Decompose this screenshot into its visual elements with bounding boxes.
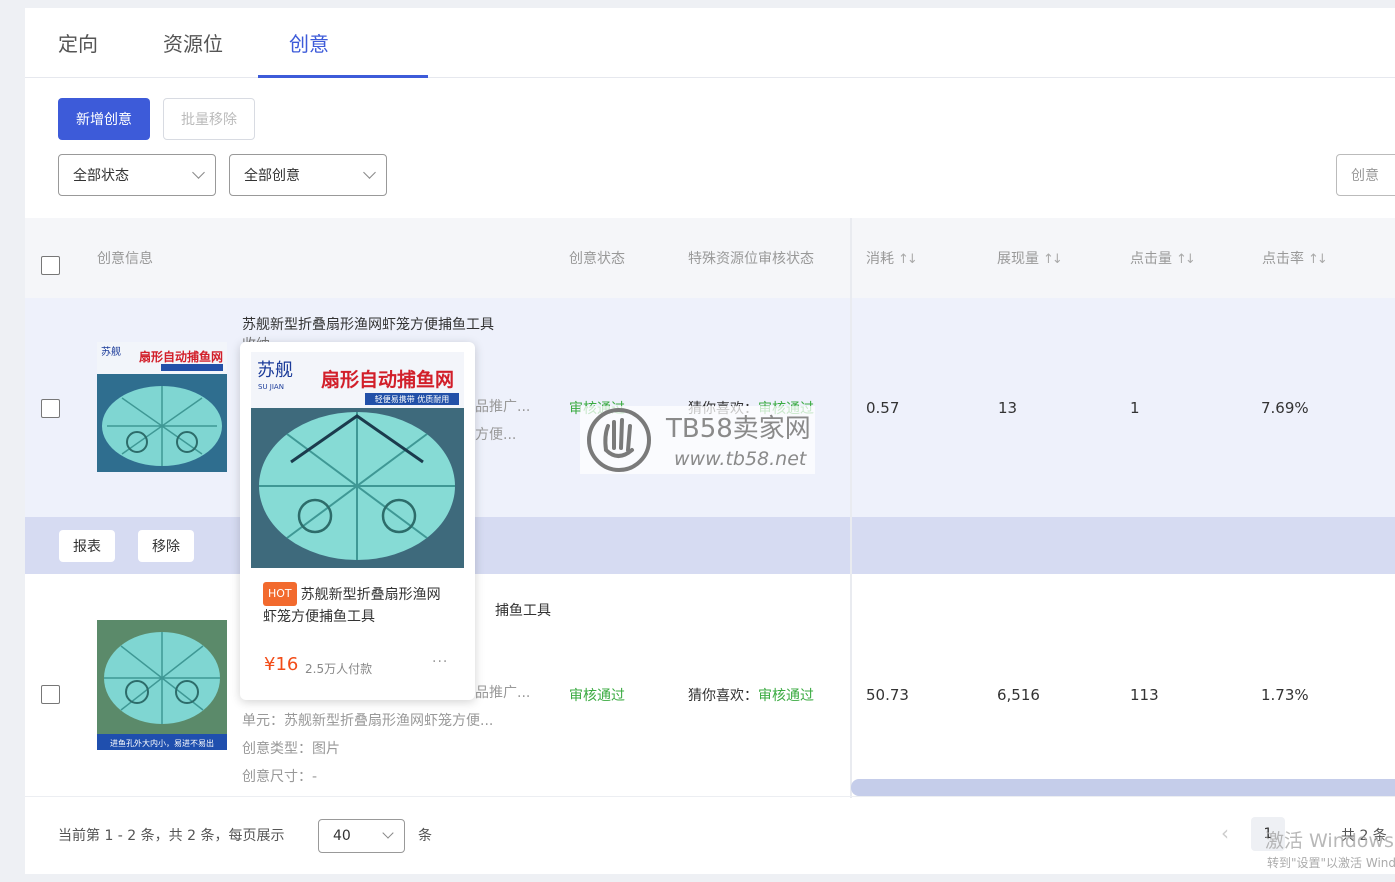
report-button[interactable]: 报表 bbox=[59, 530, 115, 562]
select-all-checkbox[interactable] bbox=[41, 256, 60, 275]
os-activation-subtitle: 转到"设置"以激活 Windows。 bbox=[1267, 856, 1395, 870]
thumb-slogan: 扇形自动捕鱼网 bbox=[139, 349, 223, 364]
sort-icon[interactable]: ↑↓ bbox=[1176, 252, 1196, 267]
horizontal-scrollbar[interactable] bbox=[851, 779, 1395, 796]
page-size-select[interactable]: 40 bbox=[318, 819, 405, 853]
page-size-value: 40 bbox=[333, 828, 351, 844]
creative-unit: 单元：苏舰新型折叠扇形渔网虾笼方便... bbox=[242, 713, 494, 729]
cost-value: 50.73 bbox=[866, 686, 909, 704]
header-impressions[interactable]: 展现量 ↑↓ bbox=[997, 248, 1063, 268]
sort-icon[interactable]: ↑↓ bbox=[1308, 252, 1328, 267]
site-watermark: TB58卖家网 www.tb58.net bbox=[580, 406, 815, 474]
preview-price: ¥16 bbox=[264, 654, 299, 675]
more-icon[interactable]: ··· bbox=[432, 654, 448, 670]
table-row[interactable]: 进鱼孔外大内小，易进不易出 捕鱼工具 品推广... 单元：苏舰新型折叠扇形渔网虾… bbox=[25, 574, 1395, 796]
creative-size: 创意尺寸：- bbox=[242, 769, 318, 785]
preview-slogan: 扇形自动捕鱼网 bbox=[321, 368, 454, 391]
cost-value: 0.57 bbox=[866, 399, 900, 417]
creative-title[interactable]: 捕鱼工具 bbox=[495, 600, 795, 620]
header-clicks-label: 点击量 bbox=[1130, 251, 1172, 267]
pagination-bar: 当前第 1 - 2 条，共 2 条，每页展示 40 条 ‹ 1 共 2 条 bbox=[25, 796, 1395, 874]
preview-image: 苏舰 SU JIAN 扇形自动捕鱼网 轻便易携带 优质耐用 bbox=[251, 352, 464, 568]
special-review-status: 猜你喜欢：审核通过 bbox=[688, 685, 814, 705]
ctr-value: 1.73% bbox=[1261, 686, 1309, 704]
creative-search-input[interactable]: 创意 bbox=[1336, 154, 1395, 196]
thumb-brand: 苏舰 bbox=[101, 345, 121, 358]
special-review-value: 审核通过 bbox=[758, 688, 814, 704]
product-thumbnail: 进鱼孔外大内小，易进不易出 bbox=[97, 620, 227, 750]
creative-status: 审核通过 bbox=[569, 688, 625, 704]
remove-button[interactable]: 移除 bbox=[138, 530, 194, 562]
clicks-value: 1 bbox=[1130, 399, 1140, 417]
hot-badge: HOT bbox=[263, 582, 297, 606]
creative-filter-select[interactable]: 全部创意 bbox=[229, 154, 387, 196]
chevron-down-icon bbox=[363, 166, 376, 179]
fixed-column-divider bbox=[850, 218, 852, 798]
preview-brand: 苏舰 bbox=[257, 360, 293, 381]
chevron-down-icon bbox=[382, 827, 394, 839]
row-action-bar: 报表 移除 bbox=[25, 517, 1395, 574]
impressions-value: 13 bbox=[998, 399, 1018, 417]
sort-icon[interactable]: ↑↓ bbox=[1043, 252, 1063, 267]
pagination-unit: 条 bbox=[418, 828, 432, 844]
tab-bar: 定向 资源位 创意 bbox=[25, 8, 1395, 78]
header-ctr-label: 点击率 bbox=[1262, 251, 1304, 267]
header-cost-label: 消耗 bbox=[866, 251, 894, 267]
batch-remove-button[interactable]: 批量移除 bbox=[163, 98, 255, 140]
header-clicks[interactable]: 点击量 ↑↓ bbox=[1130, 248, 1196, 268]
active-tab-indicator bbox=[258, 75, 428, 78]
os-activation-title: 激活 Windows bbox=[1265, 830, 1394, 852]
creative-plan: 品推广... bbox=[475, 399, 531, 415]
header-impressions-label: 展现量 bbox=[997, 251, 1039, 267]
status-filter-select[interactable]: 全部状态 bbox=[58, 154, 216, 196]
tab-resource-slot[interactable]: 资源位 bbox=[163, 28, 223, 57]
ctr-value: 7.69% bbox=[1261, 399, 1309, 417]
status-filter-value: 全部状态 bbox=[73, 168, 129, 184]
preview-tagline: 轻便易携带 优质耐用 bbox=[375, 394, 450, 404]
prev-page-icon[interactable]: ‹ bbox=[1221, 821, 1229, 845]
watermark-url: www.tb58.net bbox=[674, 448, 807, 470]
product-thumbnail: 苏舰 扇形自动捕鱼网 bbox=[97, 342, 227, 472]
impressions-value: 6,516 bbox=[997, 686, 1040, 704]
creative-plan: 品推广... bbox=[475, 685, 531, 701]
preview-title: HOT 苏舰新型折叠扇形渔网虾笼方便捕鱼工具 bbox=[263, 582, 453, 628]
thumb-caption: 进鱼孔外大内小，易进不易出 bbox=[110, 738, 214, 748]
watermark-title: TB58卖家网 bbox=[666, 414, 811, 444]
add-creative-button[interactable]: 新增创意 bbox=[58, 98, 150, 140]
creative-preview-popup: 苏舰 SU JIAN 扇形自动捕鱼网 轻便易携带 优质耐用 HOT 苏舰新型折叠扇… bbox=[240, 342, 475, 700]
header-special-review: 特殊资源位审核状态 bbox=[688, 251, 814, 267]
creative-title[interactable]: 苏舰新型折叠扇形渔网虾笼方便捕鱼工具 bbox=[242, 314, 542, 334]
tab-targeting[interactable]: 定向 bbox=[58, 28, 98, 57]
clicks-value: 113 bbox=[1130, 686, 1159, 704]
row-checkbox[interactable] bbox=[41, 399, 60, 418]
pagination-summary: 当前第 1 - 2 条，共 2 条，每页展示 bbox=[58, 828, 285, 844]
chevron-down-icon bbox=[192, 166, 205, 179]
preview-brand-en: SU JIAN bbox=[258, 383, 284, 391]
table-header: 创意信息 创意状态 特殊资源位审核状态 消耗 ↑↓ 展现量 ↑↓ 点击量 ↑↓ 点击率… bbox=[25, 218, 1395, 298]
creative-title-tail: 收纳 bbox=[242, 334, 542, 342]
header-cost[interactable]: 消耗 ↑↓ bbox=[866, 248, 918, 268]
header-info: 创意信息 bbox=[97, 251, 153, 267]
preview-sold-count: 2.5万人付款 bbox=[305, 662, 373, 676]
header-status: 创意状态 bbox=[569, 251, 625, 267]
header-ctr[interactable]: 点击率 ↑↓ bbox=[1262, 248, 1328, 268]
sort-icon[interactable]: ↑↓ bbox=[898, 252, 918, 267]
row-checkbox[interactable] bbox=[41, 685, 60, 704]
tab-creative[interactable]: 创意 bbox=[289, 28, 329, 57]
watermark-hand-icon bbox=[587, 408, 651, 472]
creative-unit: 方便... bbox=[475, 427, 517, 443]
creative-filter-value: 全部创意 bbox=[244, 168, 300, 184]
creative-type: 创意类型：图片 bbox=[242, 741, 340, 757]
special-review-label: 猜你喜欢： bbox=[688, 688, 758, 704]
